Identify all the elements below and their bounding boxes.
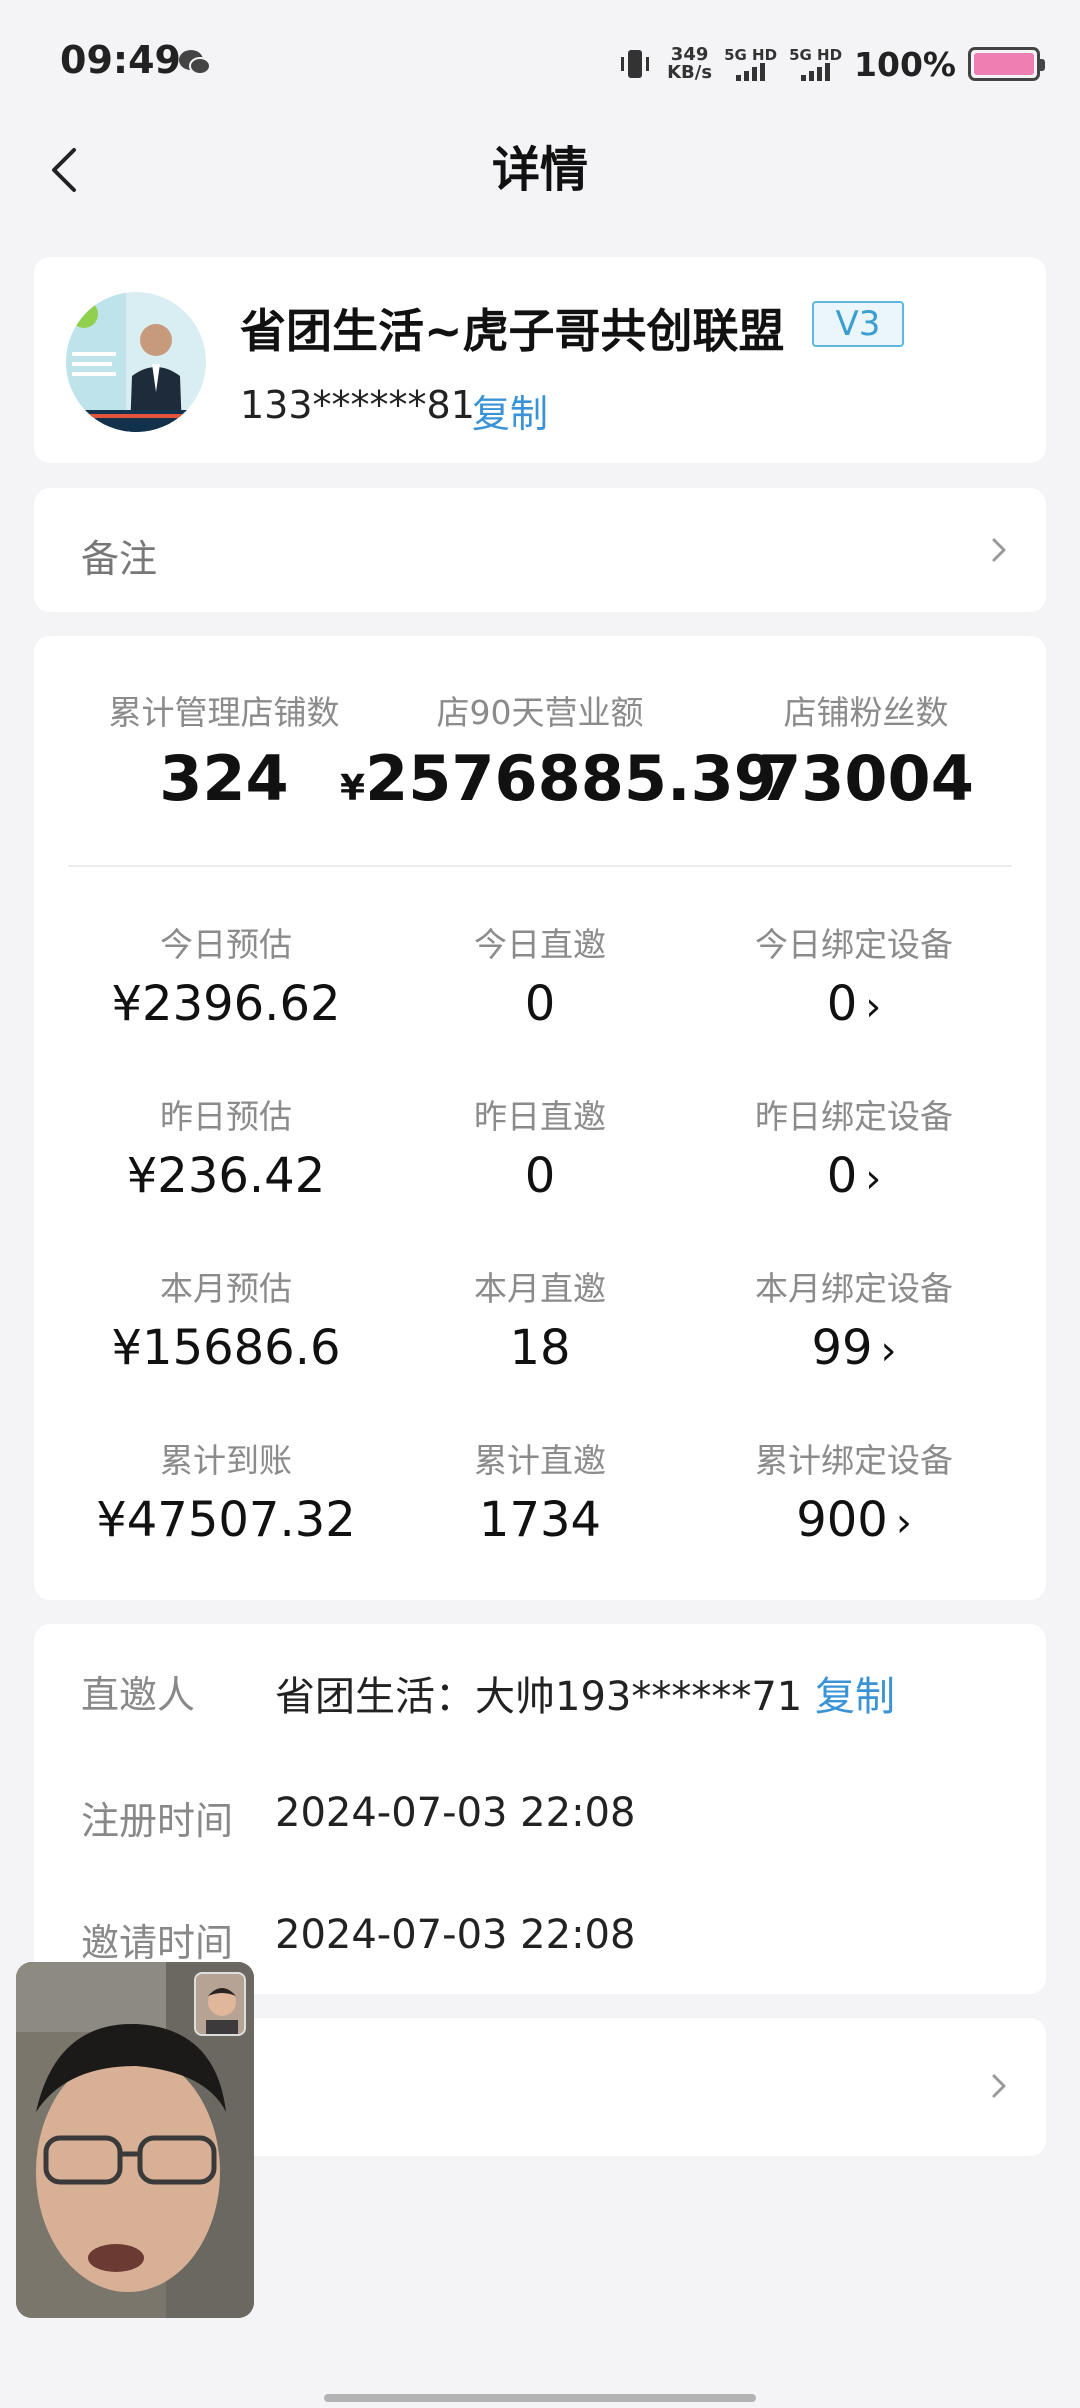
remark-row[interactable]: 备注 [34, 488, 1046, 612]
chevron-right-icon: › [865, 1156, 882, 1202]
copy-inviter-button[interactable]: 复制 [815, 1674, 895, 1720]
wechat-icon [179, 50, 211, 75]
grid-value: ¥15686.6 [111, 1320, 341, 1376]
grid-label: 累计到账 [160, 1441, 292, 1480]
grid-value: 0 [524, 1148, 556, 1204]
register-time-value: 2024-07-03 22:08 [275, 1790, 636, 1836]
profile-card: 省团生活~虎子哥共创联盟 V3 133******81 复制 [34, 257, 1046, 463]
video-call-window[interactable] [16, 1962, 254, 2318]
grid-label: 昨日预估 [160, 1097, 292, 1136]
copy-phone-button[interactable]: 复制 [472, 383, 548, 438]
remark-label: 备注 [81, 537, 158, 581]
chevron-right-icon [992, 2074, 1006, 2098]
back-icon[interactable] [40, 140, 90, 200]
grid-label: 累计绑定设备 [755, 1441, 953, 1480]
register-time-label: 注册时间 [81, 1799, 234, 1843]
invite-time-value: 2024-07-03 22:08 [275, 1912, 636, 1958]
vibrate-icon [621, 50, 650, 78]
level-badge: V3 [812, 301, 904, 347]
profile-name: 省团生活~虎子哥共创联盟 [240, 304, 785, 358]
stat-value-stores: 324 [159, 742, 289, 815]
sim2-signal-icon: 5G HD [789, 47, 842, 81]
page-title: 详情 [491, 142, 588, 198]
battery-percent: 100% [854, 44, 956, 84]
avatar[interactable] [66, 292, 206, 432]
currency-symbol: ¥ [340, 768, 366, 809]
grid-value: ¥47507.32 [96, 1492, 356, 1548]
inviter-label: 直邀人 [81, 1673, 196, 1717]
chevron-right-icon: › [895, 1500, 912, 1546]
grid-value: 0 [524, 976, 556, 1032]
stat-label-stores: 累计管理店铺数 [108, 693, 340, 732]
status-time: 09:49 [60, 38, 181, 82]
invite-time-label: 邀请时间 [81, 1921, 234, 1965]
inviter-value: 省团生活：大帅193******71 复制 [275, 1674, 895, 1720]
yesterday-devices-link[interactable]: 0 › [704, 1148, 1004, 1204]
month-devices-link[interactable]: 99 › [704, 1320, 1004, 1376]
today-devices-link[interactable]: 0 › [704, 976, 1004, 1032]
grid-label: 今日预估 [160, 925, 292, 964]
battery-icon [968, 47, 1045, 81]
status-bar: 09:49 349 KB/s 5G HD 5G HD 100% [0, 0, 1080, 130]
grid-label: 昨日直邀 [474, 1097, 606, 1136]
status-icons: 349 KB/s 5G HD 5G HD 100% [615, 40, 1045, 88]
chevron-right-icon: › [865, 984, 882, 1030]
grid-label: 本月预估 [160, 1269, 292, 1308]
chevron-right-icon: › [880, 1328, 897, 1374]
grid-label: 今日绑定设备 [755, 925, 953, 964]
chevron-right-icon [992, 538, 1006, 562]
grid-label: 本月绑定设备 [755, 1269, 953, 1308]
grid-label: 昨日绑定设备 [755, 1097, 953, 1136]
net-speed: 349 KB/s [667, 44, 713, 83]
stat-label-revenue: 店90天营业额 [436, 693, 644, 732]
grid-label: 本月直邀 [474, 1269, 606, 1308]
stat-value-fans: 73004 [758, 742, 974, 815]
grid-value: 18 [509, 1320, 571, 1376]
stat-value-revenue: ¥2576885.39 [340, 742, 777, 815]
stat-label-fans: 店铺粉丝数 [783, 693, 949, 732]
profile-phone: 133******81 [240, 383, 475, 427]
info-card: 直邀人 省团生活：大帅193******71 复制 注册时间 2024-07-0… [34, 1624, 1046, 1994]
grid-label: 累计直邀 [474, 1441, 606, 1480]
grid-value: 1734 [478, 1492, 602, 1548]
home-indicator[interactable] [324, 2394, 756, 2402]
grid-value: ¥236.42 [126, 1148, 326, 1204]
divider [68, 865, 1012, 867]
grid-value: ¥2396.62 [111, 976, 341, 1032]
grid-label: 今日直邀 [474, 925, 606, 964]
total-devices-link[interactable]: 900 › [704, 1492, 1004, 1548]
sim1-signal-icon: 5G HD [724, 47, 777, 81]
stats-card: 累计管理店铺数 324 店90天营业额 ¥2576885.39 店铺粉丝数 73… [34, 636, 1046, 1600]
self-view-thumbnail[interactable] [194, 1972, 246, 2036]
